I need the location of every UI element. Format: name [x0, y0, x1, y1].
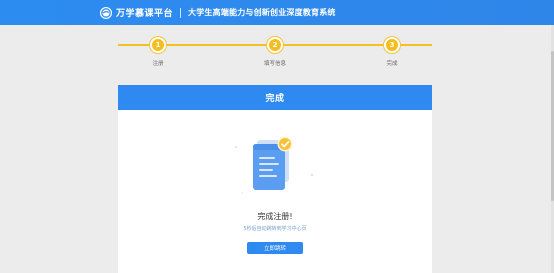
document-icon: [234, 136, 314, 194]
step-number: 3: [384, 37, 400, 53]
redirect-now-button[interactable]: 立即跳转: [247, 242, 303, 254]
step-complete: 3 完成: [362, 36, 422, 67]
top-header: 万学慕课平台 大学生高端能力与创新创业深度教育系统: [0, 0, 554, 25]
check-icon: [277, 136, 293, 152]
step-register: 1 注册: [128, 36, 188, 67]
card-title: 完成: [118, 85, 432, 110]
redirect-hint: 5秒后自动跳转到学习中心页: [243, 226, 307, 232]
system-name: 大学生高端能力与创新创业深度教育系统: [188, 8, 336, 17]
completion-card: 完成 完成注册! 5秒后自动跳转到学习中心页 立即跳转: [118, 85, 432, 273]
header-divider: [180, 7, 182, 18]
step-number: 1: [150, 37, 166, 53]
brand-name[interactable]: 万学慕课平台: [116, 6, 173, 19]
registration-steps: 1 注册 2 填写信息 3 完成: [118, 36, 432, 72]
brand-logo-icon[interactable]: [100, 6, 112, 19]
step-label: 填写信息: [263, 61, 286, 67]
step-label: 注册: [152, 61, 164, 67]
step-label: 完成: [386, 61, 398, 67]
step-number: 2: [267, 37, 283, 53]
success-title: 完成注册!: [257, 212, 293, 221]
step-fill-info: 2 填写信息: [245, 36, 305, 67]
